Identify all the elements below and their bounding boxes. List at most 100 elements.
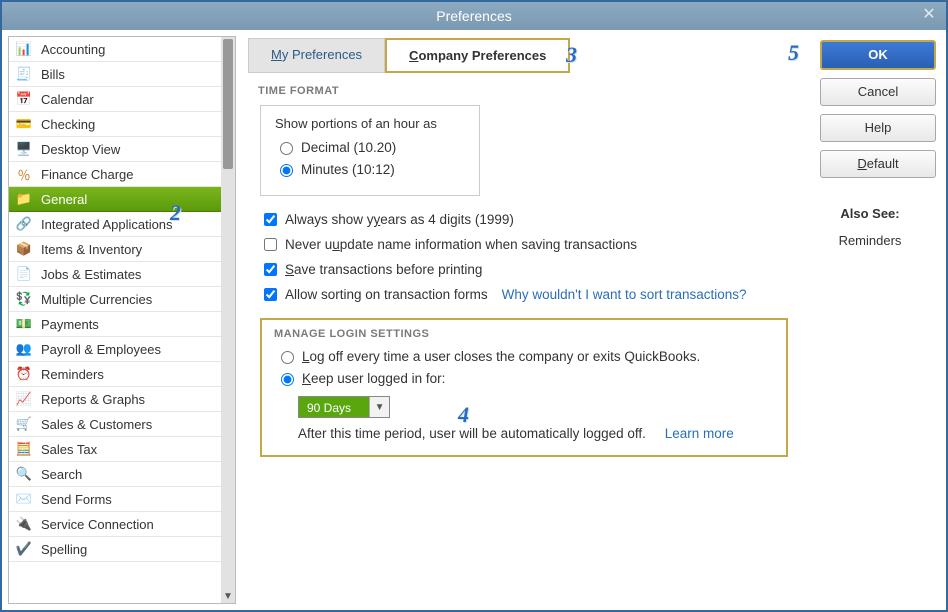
check-allow-sorting[interactable]: Allow sorting on transaction forms Why w…	[260, 285, 788, 304]
sidebar: 📊 Accounting 🧾 Bills 📅 Calendar 💳 Checking 🖥️ Des…	[9, 37, 221, 603]
tab-my-preferences[interactable]: My Preferences	[248, 38, 385, 73]
sidebar-icon: 📅	[15, 90, 33, 108]
sidebar-icon: 📈	[15, 390, 33, 408]
sidebar-item-label: Integrated Applications	[41, 217, 173, 232]
sidebar-item-label: Bills	[41, 67, 65, 82]
default-button[interactable]: Default	[820, 150, 936, 178]
sidebar-icon: 🔗	[15, 215, 33, 233]
link-why-sort[interactable]: Why wouldn't I want to sort transactions…	[502, 287, 747, 302]
also-see: Also See: Reminders	[804, 206, 936, 248]
sidebar-item-label: Payments	[41, 317, 99, 332]
radio-log-off[interactable]: Log off every time a user closes the com…	[276, 348, 772, 364]
sidebar-item-integrated-applications[interactable]: 🔗 Integrated Applications	[9, 212, 221, 237]
sidebar-item-search[interactable]: 🔍 Search	[9, 462, 221, 487]
sidebar-icon: 💱	[15, 290, 33, 308]
radio-minutes[interactable]: Minutes (10:12)	[275, 161, 465, 177]
preferences-panel: TIME FORMAT Show portions of an hour as …	[248, 73, 792, 457]
sidebar-container: 📊 Accounting 🧾 Bills 📅 Calendar 💳 Checking 🖥️ Des…	[8, 36, 236, 604]
check-save-before-print[interactable]: Save transactions before printing	[260, 260, 788, 279]
dropdown-value: 90 Days	[299, 397, 369, 417]
window-title: Preferences	[436, 8, 511, 24]
sidebar-icon: 📄	[15, 265, 33, 283]
sidebar-item-label: Spelling	[41, 542, 87, 557]
check-always-show-years[interactable]: Always show yyears as 4 digits (1999)	[260, 210, 788, 229]
sidebar-item-calendar[interactable]: 📅 Calendar	[9, 87, 221, 112]
sidebar-item-label: Send Forms	[41, 492, 112, 507]
main-panel: My Preferences Company Preferences TIME …	[236, 36, 804, 604]
sidebar-icon: 👥	[15, 340, 33, 358]
sidebar-icon: ✔️	[15, 540, 33, 558]
sidebar-item-desktop-view[interactable]: 🖥️ Desktop View	[9, 137, 221, 162]
check-never-update-name[interactable]: Never uupdate name information when savi…	[260, 235, 788, 254]
sidebar-item-checking[interactable]: 💳 Checking	[9, 112, 221, 137]
sidebar-icon: 💳	[15, 115, 33, 133]
sidebar-item-reports-graphs[interactable]: 📈 Reports & Graphs	[9, 387, 221, 412]
sidebar-item-label: Items & Inventory	[41, 242, 142, 257]
sidebar-item-payroll-employees[interactable]: 👥 Payroll & Employees	[9, 337, 221, 362]
time-format-group: TIME FORMAT Show portions of an hour as …	[260, 85, 788, 196]
sidebar-item-label: Checking	[41, 117, 95, 132]
sidebar-item-service-connection[interactable]: 🔌 Service Connection	[9, 512, 221, 537]
sidebar-item-label: Accounting	[41, 42, 105, 57]
sidebar-icon: 💵	[15, 315, 33, 333]
sidebar-icon: 📦	[15, 240, 33, 258]
close-icon[interactable]: ✕	[920, 6, 938, 24]
title-bar: Preferences ✕	[2, 2, 946, 30]
sidebar-item-multiple-currencies[interactable]: 💱 Multiple Currencies	[9, 287, 221, 312]
sidebar-item-spelling[interactable]: ✔️ Spelling	[9, 537, 221, 562]
help-button[interactable]: Help	[820, 114, 936, 142]
also-see-item[interactable]: Reminders	[804, 233, 936, 248]
sidebar-item-label: General	[41, 192, 87, 207]
sidebar-icon: 🧮	[15, 440, 33, 458]
link-learn-more[interactable]: Learn more	[665, 426, 734, 441]
also-see-title: Also See:	[804, 206, 936, 221]
sidebar-icon: 🧾	[15, 65, 33, 83]
sidebar-item-sales-tax[interactable]: 🧮 Sales Tax	[9, 437, 221, 462]
sidebar-icon: 📊	[15, 40, 33, 58]
sidebar-item-general[interactable]: 📁 General	[9, 187, 221, 212]
time-format-title: TIME FORMAT	[258, 85, 788, 97]
sidebar-icon: ％	[15, 165, 33, 183]
right-panel: OK Cancel Help Default Also See: Reminde…	[804, 36, 940, 604]
scroll-down-icon[interactable]: ▼	[221, 589, 235, 603]
sidebar-item-bills[interactable]: 🧾 Bills	[9, 62, 221, 87]
scrollbar-thumb[interactable]	[223, 39, 233, 169]
sidebar-item-label: Desktop View	[41, 142, 120, 157]
sidebar-item-label: Sales Tax	[41, 442, 97, 457]
sidebar-item-jobs-estimates[interactable]: 📄Jobs & Estimates	[9, 262, 221, 287]
login-after-text: After this time period, user will be aut…	[298, 426, 772, 441]
sidebar-icon: 🔍	[15, 465, 33, 483]
sidebar-item-items-inventory[interactable]: 📦 Items & Inventory	[9, 237, 221, 262]
sidebar-icon: 📁	[15, 190, 33, 208]
time-format-prompt: Show portions of an hour as	[275, 116, 465, 131]
sidebar-icon: ✉️	[15, 490, 33, 508]
sidebar-item-payments[interactable]: 💵 Payments	[9, 312, 221, 337]
tabs: My Preferences Company Preferences	[248, 38, 792, 73]
sidebar-icon: 🖥️	[15, 140, 33, 158]
sidebar-icon: 🔌	[15, 515, 33, 533]
sidebar-item-sales-customers[interactable]: 🛒Sales & Customers	[9, 412, 221, 437]
sidebar-item-send-forms[interactable]: ✉️ Send Forms	[9, 487, 221, 512]
sidebar-item-label: Calendar	[41, 92, 94, 107]
dropdown-login-duration[interactable]: 90 Days ▼	[298, 396, 390, 418]
sidebar-item-accounting[interactable]: 📊 Accounting	[9, 37, 221, 62]
chevron-down-icon[interactable]: ▼	[369, 397, 389, 417]
sidebar-item-reminders[interactable]: ⏰ Reminders	[9, 362, 221, 387]
ok-button[interactable]: OK	[820, 40, 936, 70]
sidebar-item-label: Service Connection	[41, 517, 154, 532]
radio-keep-logged-in[interactable]: Keep user logged in for:	[276, 370, 772, 386]
sidebar-item-label: Multiple Currencies	[41, 292, 152, 307]
sidebar-item-label: Search	[41, 467, 82, 482]
sidebar-item-label: Reports & Graphs	[41, 392, 145, 407]
scrollbar[interactable]: ▼	[221, 37, 235, 603]
sidebar-item-finance-charge[interactable]: ％ Finance Charge	[9, 162, 221, 187]
radio-decimal[interactable]: Decimal (10.20)	[275, 139, 465, 155]
sidebar-item-label: Sales & Customers	[41, 417, 152, 432]
cancel-button[interactable]: Cancel	[820, 78, 936, 106]
sidebar-item-label: Payroll & Employees	[41, 342, 161, 357]
sidebar-icon: ⏰	[15, 365, 33, 383]
content-area: 📊 Accounting 🧾 Bills 📅 Calendar 💳 Checking 🖥️ Des…	[2, 30, 946, 610]
sidebar-item-label: Reminders	[41, 367, 104, 382]
tab-company-preferences[interactable]: Company Preferences	[385, 38, 570, 73]
sidebar-item-label: Finance Charge	[41, 167, 134, 182]
